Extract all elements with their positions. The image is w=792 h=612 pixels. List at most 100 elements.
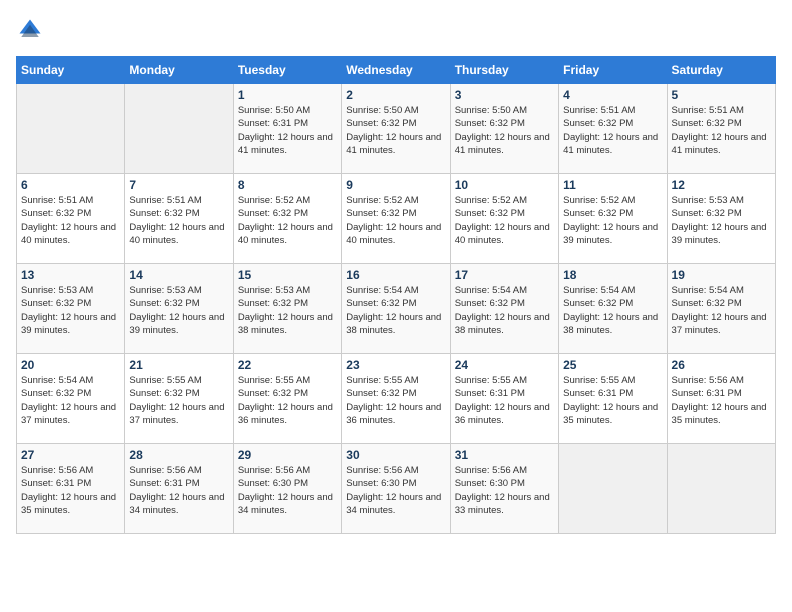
- day-detail: Sunrise: 5:54 AMSunset: 6:32 PMDaylight:…: [346, 284, 445, 337]
- day-number: 1: [238, 88, 337, 102]
- calendar-cell: 26 Sunrise: 5:56 AMSunset: 6:31 PMDayligh…: [667, 354, 775, 444]
- weekday-header-sunday: Sunday: [17, 57, 125, 84]
- logo: [16, 16, 48, 44]
- calendar-cell: 14Sunrise: 5:53 AMSunset: 6:32 PMDayligh…: [125, 264, 233, 354]
- weekday-header-saturday: Saturday: [667, 57, 775, 84]
- day-number: 4: [563, 88, 662, 102]
- day-number: 2: [346, 88, 445, 102]
- calendar-cell: 19 Sunrise: 5:54 AMSunset: 6:32 PMDayligh…: [667, 264, 775, 354]
- calendar-cell: 2 Sunrise: 5:50 AMSunset: 6:32 PMDaylight…: [342, 84, 450, 174]
- day-number: 9: [346, 178, 445, 192]
- day-detail: Sunrise: 5:56 AMSunset: 6:31 PMDaylight:…: [21, 464, 120, 517]
- day-detail: Sunrise: 5:56 AMSunset: 6:31 PMDaylight:…: [129, 464, 228, 517]
- day-detail: Sunrise: 5:51 AMSunset: 6:32 PMDaylight:…: [129, 194, 228, 247]
- day-detail: Sunrise: 5:51 AMSunset: 6:32 PMDaylight:…: [563, 104, 662, 157]
- calendar-cell: 17 Sunrise: 5:54 AMSunset: 6:32 PMDayligh…: [450, 264, 558, 354]
- day-number: 6: [21, 178, 120, 192]
- day-number: 18: [563, 268, 662, 282]
- day-number: 31: [455, 448, 554, 462]
- day-detail: Sunrise: 5:52 AMSunset: 6:32 PMDaylight:…: [455, 194, 554, 247]
- calendar-cell: 21 Sunrise: 5:55 AMSunset: 6:32 PMDayligh…: [125, 354, 233, 444]
- calendar-cell: 20 Sunrise: 5:54 AMSunset: 6:32 PMDayligh…: [17, 354, 125, 444]
- day-number: 27: [21, 448, 120, 462]
- day-number: 29: [238, 448, 337, 462]
- day-number: 24: [455, 358, 554, 372]
- day-number: 12: [672, 178, 771, 192]
- calendar-cell: 25 Sunrise: 5:55 AMSunset: 6:31 PMDayligh…: [559, 354, 667, 444]
- day-detail: Sunrise: 5:55 AMSunset: 6:31 PMDaylight:…: [563, 374, 662, 427]
- calendar-cell: 1Sunrise: 5:50 AMSunset: 6:31 PMDaylight…: [233, 84, 341, 174]
- calendar-cell: 22 Sunrise: 5:55 AMSunset: 6:32 PMDayligh…: [233, 354, 341, 444]
- calendar-cell: 6 Sunrise: 5:51 AMSunset: 6:32 PMDaylight…: [17, 174, 125, 264]
- day-detail: Sunrise: 5:53 AMSunset: 6:32 PMDaylight:…: [129, 284, 228, 337]
- day-detail: Sunrise: 5:56 AMSunset: 6:30 PMDaylight:…: [455, 464, 554, 517]
- calendar-cell: 9 Sunrise: 5:52 AMSunset: 6:32 PMDaylight…: [342, 174, 450, 264]
- day-number: 8: [238, 178, 337, 192]
- weekday-header-wednesday: Wednesday: [342, 57, 450, 84]
- day-detail: Sunrise: 5:54 AMSunset: 6:32 PMDaylight:…: [672, 284, 771, 337]
- day-number: 10: [455, 178, 554, 192]
- day-number: 21: [129, 358, 228, 372]
- day-detail: Sunrise: 5:55 AMSunset: 6:32 PMDaylight:…: [129, 374, 228, 427]
- logo-icon: [16, 16, 44, 44]
- calendar-header: SundayMondayTuesdayWednesdayThursdayFrid…: [17, 57, 776, 84]
- calendar-cell: 12Sunrise: 5:53 AMSunset: 6:32 PMDayligh…: [667, 174, 775, 264]
- day-number: 26: [672, 358, 771, 372]
- calendar-week-row: 13 Sunrise: 5:53 AMSunset: 6:32 PMDayligh…: [17, 264, 776, 354]
- day-detail: Sunrise: 5:51 AMSunset: 6:32 PMDaylight:…: [672, 104, 771, 157]
- day-number: 16: [346, 268, 445, 282]
- day-detail: Sunrise: 5:54 AMSunset: 6:32 PMDaylight:…: [21, 374, 120, 427]
- day-detail: Sunrise: 5:55 AMSunset: 6:32 PMDaylight:…: [238, 374, 337, 427]
- day-number: 3: [455, 88, 554, 102]
- day-number: 15: [238, 268, 337, 282]
- calendar-cell: 16 Sunrise: 5:54 AMSunset: 6:32 PMDayligh…: [342, 264, 450, 354]
- day-number: 22: [238, 358, 337, 372]
- day-detail: Sunrise: 5:56 AMSunset: 6:30 PMDaylight:…: [346, 464, 445, 517]
- calendar-cell: 10 Sunrise: 5:52 AMSunset: 6:32 PMDayligh…: [450, 174, 558, 264]
- day-number: 30: [346, 448, 445, 462]
- calendar-cell: [559, 444, 667, 534]
- day-number: 25: [563, 358, 662, 372]
- day-number: 17: [455, 268, 554, 282]
- calendar-cell: 8Sunrise: 5:52 AMSunset: 6:32 PMDaylight…: [233, 174, 341, 264]
- calendar-cell: 30 Sunrise: 5:56 AMSunset: 6:30 PMDayligh…: [342, 444, 450, 534]
- calendar-cell: 5 Sunrise: 5:51 AMSunset: 6:32 PMDaylight…: [667, 84, 775, 174]
- day-number: 5: [672, 88, 771, 102]
- day-detail: Sunrise: 5:56 AMSunset: 6:30 PMDaylight:…: [238, 464, 337, 517]
- day-number: 23: [346, 358, 445, 372]
- weekday-header-row: SundayMondayTuesdayWednesdayThursdayFrid…: [17, 57, 776, 84]
- day-detail: Sunrise: 5:56 AMSunset: 6:31 PMDaylight:…: [672, 374, 771, 427]
- day-detail: Sunrise: 5:52 AMSunset: 6:32 PMDaylight:…: [563, 194, 662, 247]
- calendar-cell: 29 Sunrise: 5:56 AMSunset: 6:30 PMDayligh…: [233, 444, 341, 534]
- day-detail: Sunrise: 5:55 AMSunset: 6:31 PMDaylight:…: [455, 374, 554, 427]
- calendar-cell: 11 Sunrise: 5:52 AMSunset: 6:32 PMDayligh…: [559, 174, 667, 264]
- day-detail: Sunrise: 5:54 AMSunset: 6:32 PMDaylight:…: [455, 284, 554, 337]
- calendar-cell: 7 Sunrise: 5:51 AMSunset: 6:32 PMDaylight…: [125, 174, 233, 264]
- day-number: 20: [21, 358, 120, 372]
- calendar-cell: 4 Sunrise: 5:51 AMSunset: 6:32 PMDaylight…: [559, 84, 667, 174]
- day-detail: Sunrise: 5:51 AMSunset: 6:32 PMDaylight:…: [21, 194, 120, 247]
- calendar-cell: 28 Sunrise: 5:56 AMSunset: 6:31 PMDayligh…: [125, 444, 233, 534]
- weekday-header-monday: Monday: [125, 57, 233, 84]
- calendar-week-row: 27 Sunrise: 5:56 AMSunset: 6:31 PMDayligh…: [17, 444, 776, 534]
- calendar-cell: 24 Sunrise: 5:55 AMSunset: 6:31 PMDayligh…: [450, 354, 558, 444]
- day-number: 13: [21, 268, 120, 282]
- calendar-cell: 13Sunrise: 5:53 AMSunset: 6:32 PMDayligh…: [17, 264, 125, 354]
- day-detail: Sunrise: 5:53 AMSunset: 6:32 PMDaylight:…: [238, 284, 337, 337]
- calendar-cell: 31 Sunrise: 5:56 AMSunset: 6:30 PMDayligh…: [450, 444, 558, 534]
- calendar-cell: [17, 84, 125, 174]
- day-detail: Sunrise: 5:52 AMSunset: 6:32 PMDaylight:…: [346, 194, 445, 247]
- calendar-week-row: 1Sunrise: 5:50 AMSunset: 6:31 PMDaylight…: [17, 84, 776, 174]
- calendar-cell: 18 Sunrise: 5:54 AMSunset: 6:32 PMDayligh…: [559, 264, 667, 354]
- day-number: 19: [672, 268, 771, 282]
- calendar-cell: [667, 444, 775, 534]
- day-detail: Sunrise: 5:50 AMSunset: 6:32 PMDaylight:…: [455, 104, 554, 157]
- day-detail: Sunrise: 5:50 AMSunset: 6:32 PMDaylight:…: [346, 104, 445, 157]
- day-number: 11: [563, 178, 662, 192]
- day-number: 28: [129, 448, 228, 462]
- calendar-cell: [125, 84, 233, 174]
- calendar-table: SundayMondayTuesdayWednesdayThursdayFrid…: [16, 56, 776, 534]
- day-detail: Sunrise: 5:54 AMSunset: 6:32 PMDaylight:…: [563, 284, 662, 337]
- day-number: 7: [129, 178, 228, 192]
- calendar-cell: 27 Sunrise: 5:56 AMSunset: 6:31 PMDayligh…: [17, 444, 125, 534]
